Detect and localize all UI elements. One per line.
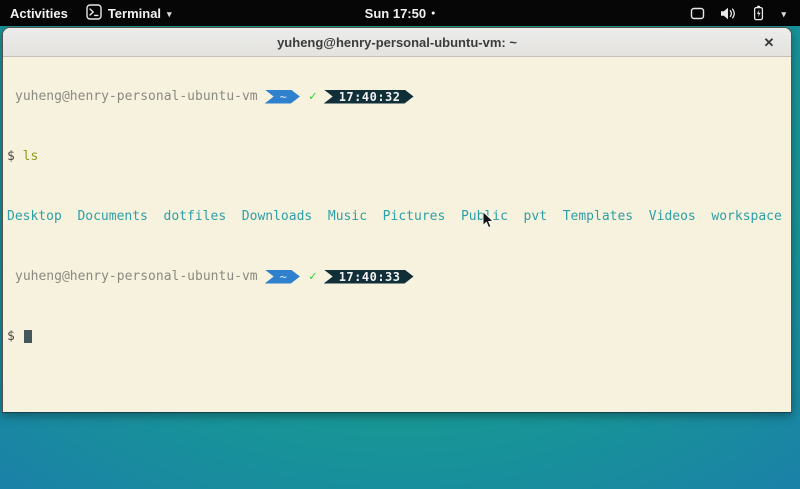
command-line: $ ls <box>7 149 787 164</box>
terminal-window: yuheng@henry-personal-ubuntu-vm: ~ ✕ yuh… <box>2 27 792 413</box>
prompt-path-segment: ~ <box>265 90 300 104</box>
prompt-user: yuheng@henry-personal-ubuntu-vm <box>7 269 258 284</box>
directory-listing: Desktop Documents dotfiles Downloads Mus… <box>7 209 787 224</box>
window-titlebar[interactable]: yuheng@henry-personal-ubuntu-vm: ~ ✕ <box>3 28 791 57</box>
prompt-symbol: $ <box>7 329 15 344</box>
close-button[interactable]: ✕ <box>757 28 781 57</box>
terminal-cursor <box>24 330 32 343</box>
battery-charging-icon <box>751 5 766 21</box>
prompt-symbol: $ <box>7 149 15 164</box>
prompt-time-segment: 17:40:33 <box>324 270 414 284</box>
terminal-icon <box>86 4 102 23</box>
app-menu-label: Terminal <box>108 6 161 21</box>
top-bar: Activities Terminal ▾ Sun 17:50 ● <box>0 0 800 26</box>
prompt-user: yuheng@henry-personal-ubuntu-vm <box>7 89 258 104</box>
app-menu-terminal[interactable]: Terminal ▾ <box>86 4 172 23</box>
prompt-line-1: yuheng@henry-personal-ubuntu-vm ~ ✓ 17:4… <box>7 89 787 104</box>
check-icon: ✓ <box>309 269 317 284</box>
input-line: $ <box>7 329 787 344</box>
chevron-down-icon: ▾ <box>781 8 786 19</box>
terminal-content[interactable]: yuheng@henry-personal-ubuntu-vm ~ ✓ 17:4… <box>3 57 791 413</box>
chevron-down-icon: ▾ <box>167 8 172 19</box>
volume-icon <box>720 6 736 21</box>
system-status-area[interactable]: ▾ <box>690 5 800 21</box>
clock-button[interactable]: Sun 17:50 <box>365 6 426 21</box>
notification-dot: ● <box>431 9 435 17</box>
prompt-time-segment: 17:40:32 <box>324 90 414 104</box>
window-title: yuheng@henry-personal-ubuntu-vm: ~ <box>277 35 517 50</box>
check-icon: ✓ <box>309 89 317 104</box>
prompt-path-segment: ~ <box>265 270 300 284</box>
screen-icon <box>690 6 705 21</box>
activities-button[interactable]: Activities <box>10 6 68 21</box>
desktop: { "top_bar": { "activities_label": "Acti… <box>0 0 800 489</box>
prompt-line-2: yuheng@henry-personal-ubuntu-vm ~ ✓ 17:4… <box>7 269 787 284</box>
typed-command: ls <box>23 149 39 164</box>
